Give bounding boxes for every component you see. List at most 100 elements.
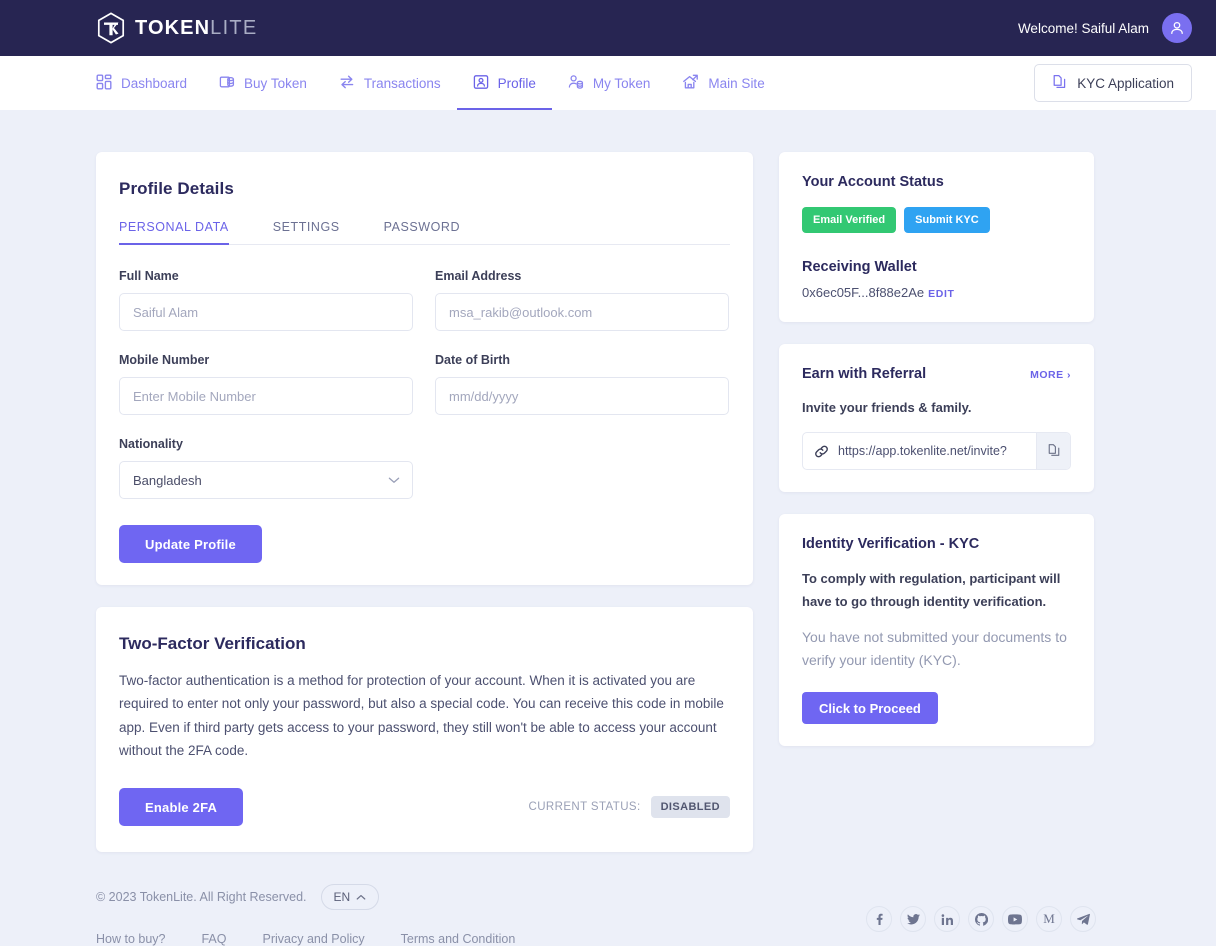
full-name-label: Full Name [119,269,179,283]
kyc-application-button[interactable]: KYC Application [1034,64,1192,102]
nav-label: Transactions [363,75,441,91]
main-column: Profile Details PERSONAL DATA SETTINGS P… [96,152,753,853]
footer-left: © 2023 TokenLite. All Right Reserved. EN… [96,884,515,946]
profile-tabs: PERSONAL DATA SETTINGS PASSWORD [119,220,730,245]
referral-card: Earn with Referral MORE › Invite your fr… [779,344,1094,492]
nav-label: Main Site [708,75,765,91]
referral-link-box: https://app.tokenlite.net/invite? [802,432,1071,470]
receiving-wallet-title: Receiving Wallet [802,259,917,275]
nationality-label: Nationality [119,437,183,451]
linkedin-icon[interactable] [934,906,960,933]
language-selector[interactable]: EN [320,884,380,911]
copyright-row: © 2023 TokenLite. All Right Reserved. EN [96,884,515,911]
link-chain-icon [803,433,838,469]
mobile-input[interactable] [119,377,413,415]
top-header-bar: TOKENLITE Welcome! Saiful Alam [0,0,1216,56]
nav-label: My Token [592,75,651,91]
nav-right-group: KYC Application [1034,56,1192,110]
nav-label: Profile [497,75,536,91]
youtube-icon[interactable] [1002,906,1028,933]
click-to-proceed-button[interactable]: Click to Proceed [802,692,938,724]
footer-link-faq[interactable]: FAQ [201,932,226,946]
kyc-title: Identity Verification - KYC [802,536,980,552]
chevron-up-icon [356,890,366,904]
account-status-badges: Email Verified Submit KYC [802,207,1071,233]
field-dob: Date of Birth [435,353,729,415]
nav-item-my-token[interactable]: My Token [552,56,667,110]
footer-link-terms[interactable]: Terms and Condition [401,932,516,946]
user-avatar-icon[interactable] [1162,13,1192,43]
wallet-row: 0x6ec05F...8f88e2Ae EDIT [802,285,1071,300]
transfer-arrows-icon [339,74,355,93]
page-content: Profile Details PERSONAL DATA SETTINGS P… [0,110,1216,853]
enable-2fa-button[interactable]: Enable 2FA [119,788,244,827]
wallet-address: 0x6ec05F...8f88e2Ae [802,285,925,300]
facebook-icon[interactable] [866,906,892,933]
github-icon[interactable] [968,906,994,933]
field-mobile: Mobile Number [119,353,413,415]
email-verified-badge[interactable]: Email Verified [802,207,897,233]
account-status-title: Your Account Status [802,174,944,190]
update-profile-button[interactable]: Update Profile [119,525,262,563]
dob-input[interactable] [435,377,729,415]
main-navigation-bar: Dashboard Buy Token Transactions Profile… [0,56,1216,110]
profile-form: Full Name Email Address Mobile Number Da… [119,269,730,521]
nav-item-profile[interactable]: Profile [456,56,553,110]
nav-label: Dashboard [121,75,188,91]
footer-link-privacy[interactable]: Privacy and Policy [263,932,365,946]
nav-item-main-site[interactable]: Main Site [666,56,780,110]
tab-settings[interactable]: SETTINGS [251,220,362,244]
coins-stack-icon [219,74,235,93]
kyc-description: To comply with regulation, participant w… [802,571,1061,609]
referral-more-link[interactable]: MORE › [1030,369,1071,381]
nav-item-buy-token[interactable]: Buy Token [203,56,323,110]
language-label: EN [333,890,351,905]
kyc-cta-row: Click to Proceed [802,692,1071,724]
two-factor-title: Two-Factor Verification [119,634,306,653]
wallet-edit-link[interactable]: EDIT [928,288,954,300]
kyc-card: Identity Verification - KYC To comply wi… [779,514,1094,746]
brand-logo[interactable]: TOKENLITE [96,12,258,44]
tab-password[interactable]: PASSWORD [362,220,482,244]
copyright-text: © 2023 TokenLite. All Right Reserved. [96,890,307,905]
email-label: Email Address [435,269,522,283]
nav-items-group: Dashboard Buy Token Transactions Profile… [96,56,781,110]
page-title: Profile Details [119,179,234,198]
page-footer: © 2023 TokenLite. All Right Reserved. EN… [0,852,1216,946]
social-links: M [866,892,1096,946]
two-factor-card: Two-Factor Verification Two-factor authe… [96,607,753,853]
user-card-icon [473,74,489,93]
twitter-icon[interactable] [900,906,926,933]
field-full-name: Full Name [119,269,413,331]
email-input[interactable] [435,293,729,331]
kyc-application-label: KYC Application [1077,75,1174,91]
nav-item-transactions[interactable]: Transactions [323,56,457,110]
field-nationality: Nationality Bangladesh [119,437,413,499]
brand-name-bold: TOKEN [135,16,211,39]
brand-name-light: LITE [210,16,258,39]
field-email: Email Address [435,269,729,331]
nav-item-dashboard[interactable]: Dashboard [96,56,203,110]
medium-icon[interactable]: M [1036,906,1062,933]
nationality-select-wrap: Bangladesh [119,461,413,499]
full-name-input[interactable] [119,293,413,331]
status-badge: DISABLED [650,796,730,819]
referral-title: Earn with Referral [802,366,927,382]
user-welcome-area[interactable]: Welcome! Saiful Alam [1018,13,1192,43]
two-factor-status-group: CURRENT STATUS: DISABLED [529,796,730,819]
footer-links: How to buy? FAQ Privacy and Policy Terms… [96,932,515,946]
mobile-label: Mobile Number [119,353,210,367]
footer-link-how-to-buy[interactable]: How to buy? [96,932,165,946]
telegram-icon[interactable] [1070,906,1096,933]
two-factor-description: Two-factor authentication is a method fo… [119,673,724,758]
copy-referral-link-button[interactable] [1036,433,1070,469]
cube-hexagon-icon [96,12,126,44]
tab-personal-data[interactable]: PERSONAL DATA [119,220,251,245]
copy-icon [1047,443,1061,460]
referral-link-text[interactable]: https://app.tokenlite.net/invite? [838,433,1036,469]
two-factor-footer: Enable 2FA CURRENT STATUS: DISABLED [119,788,730,827]
nationality-select[interactable]: Bangladesh [119,461,413,499]
referral-header: Earn with Referral MORE › [802,366,1071,382]
update-profile-row: Update Profile [119,525,730,563]
submit-kyc-badge[interactable]: Submit KYC [904,207,990,233]
